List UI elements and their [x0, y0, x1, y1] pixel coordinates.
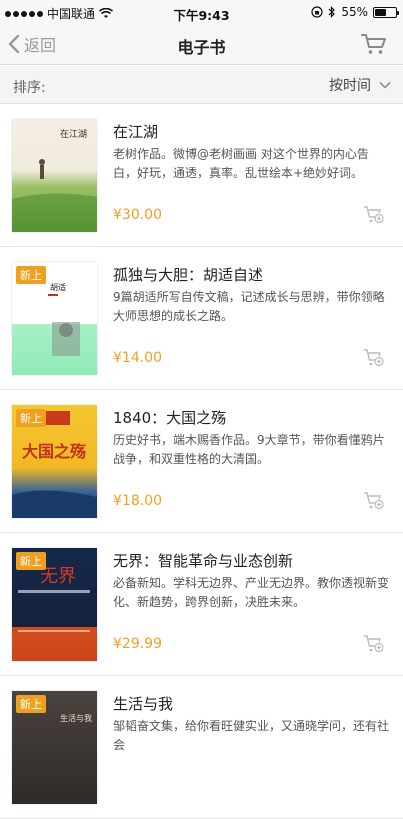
book-price: ¥14.00 — [113, 350, 162, 366]
book-description: 历史好书，端木赐香作品。9大章节，带你看懂鸦片战争，和双重性格的大清国。 — [113, 433, 385, 466]
book-list: 在江湖 在江湖 老树作品。微博@老树画画 对这个世界的内心告白，好玩，通透，真率… — [0, 104, 403, 819]
battery-fill — [375, 8, 386, 16]
book-description: 必备新知。学科无边界、产业无边界。教你透视新变化、新趋势，跨界创新，决胜未来。 — [113, 576, 390, 609]
book-title: 1840：大国之殇 — [113, 409, 227, 427]
nav-bar: 返回 电子书 — [0, 24, 403, 65]
cover-text: 胡适 — [50, 282, 66, 292]
list-item[interactable]: 大国之殇 新上 1840：大国之殇 历史好书，端木赐香作品。9大章节，带你看懂鸦… — [0, 390, 403, 533]
status-right: 55% — [311, 5, 399, 19]
lock-rotation-icon — [311, 6, 323, 18]
book-description: 老树作品。微博@老树画画 对这个世界的内心告白，好玩，通透，真率。乱世绘本+绝妙… — [113, 147, 369, 180]
list-item[interactable]: 胡适 新上 孤独与大胆：胡适自述 9篇胡适所写自传文稿，记述成长与思辨，带你领略… — [0, 247, 403, 390]
new-badge: 新上 — [16, 266, 46, 284]
bluetooth-icon — [328, 6, 336, 18]
cover-art: 在江湖 — [12, 128, 97, 232]
battery-icon — [373, 6, 399, 18]
list-item[interactable]: 生活与我 新上 生活与我 邹韬奋文集，给你看旺健实业，又通晓学问，还有社会 — [0, 676, 403, 819]
cover-text: 生活与我 — [60, 713, 92, 723]
sort-value: 按时间 — [329, 78, 371, 94]
cart-button[interactable] — [361, 32, 387, 60]
book-title: 孤独与大胆：胡适自述 — [113, 266, 264, 284]
add-to-cart-icon[interactable] — [363, 634, 385, 654]
cover-text: 在江湖 — [60, 128, 87, 140]
book-price: ¥30.00 — [113, 207, 162, 223]
sort-label: 排序: — [13, 80, 46, 96]
list-item[interactable]: 无界 新上 无界：智能革命与业态创新 必备新知。学科无边界、产业无边界。教你透视… — [0, 533, 403, 676]
page-title: 电子书 — [177, 38, 226, 57]
cart-icon — [361, 34, 386, 54]
book-description: 9篇胡适所写自传文稿，记述成长与思辨，带你领略大师思想的成长之路。 — [113, 290, 385, 323]
book-title: 无界：智能革命与业态创新 — [113, 552, 294, 570]
add-to-cart-icon[interactable] — [363, 491, 385, 511]
new-badge: 新上 — [16, 695, 46, 713]
new-badge: 新上 — [16, 409, 46, 427]
cover-text: 大国之殇 — [22, 442, 86, 461]
book-title: 在江湖 — [113, 123, 159, 141]
book-cover: 生活与我 新上 — [12, 691, 97, 804]
book-price: ¥29.99 — [113, 636, 162, 652]
list-item[interactable]: 在江湖 在江湖 老树作品。微博@老树画画 对这个世界的内心告白，好玩，通透，真率… — [0, 104, 403, 247]
book-cover: 在江湖 — [12, 119, 97, 232]
battery-percent: 55% — [341, 5, 368, 19]
book-cover: 大国之殇 新上 — [12, 405, 97, 518]
new-badge: 新上 — [16, 552, 46, 570]
book-cover: 无界 新上 — [12, 548, 97, 661]
sort-bar: 排序: 按时间 — [0, 66, 403, 104]
status-bar: 中国联通 下午9:43 55% — [0, 0, 403, 24]
book-price: ¥18.00 — [113, 493, 162, 509]
book-description: 邹韬奋文集，给你看旺健实业，又通晓学问，还有社会 — [113, 719, 390, 752]
add-to-cart-icon[interactable] — [363, 348, 385, 368]
sort-dropdown[interactable]: 按时间 — [329, 75, 391, 95]
chevron-down-icon — [379, 81, 391, 89]
add-to-cart-icon[interactable] — [363, 205, 385, 225]
book-title: 生活与我 — [113, 695, 174, 713]
book-cover: 胡适 新上 — [12, 262, 97, 375]
